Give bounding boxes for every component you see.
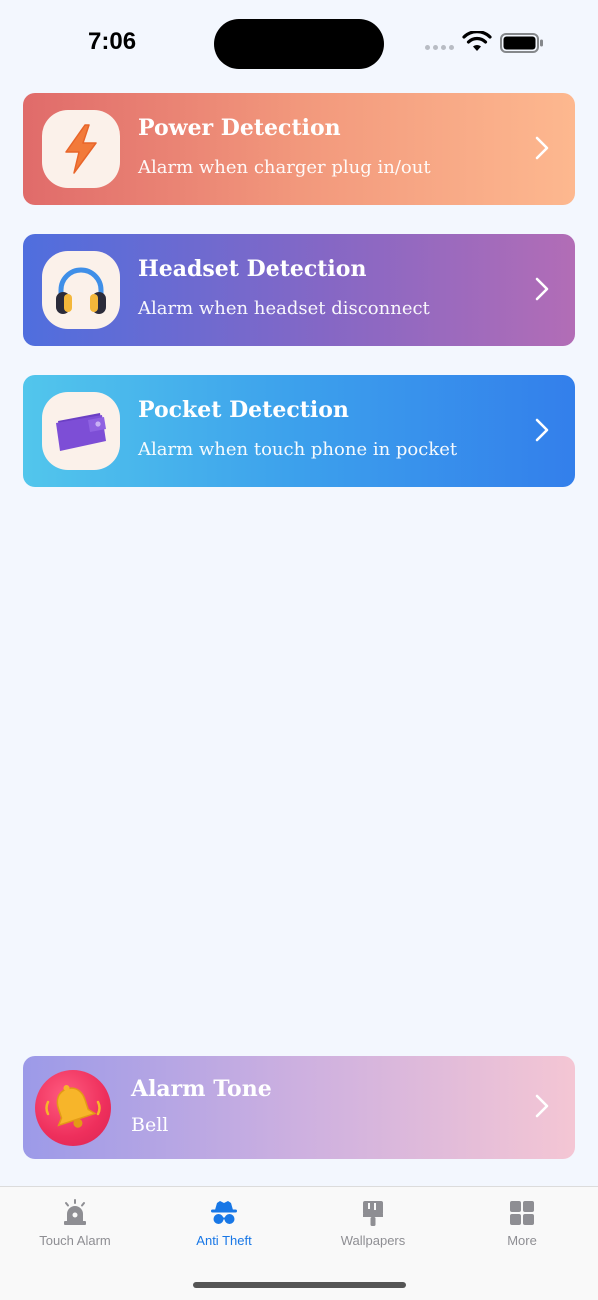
paint-brush-icon xyxy=(363,1201,383,1226)
headset-detection-card[interactable]: Headset Detection Alarm when headset dis… xyxy=(23,234,575,346)
lightning-icon xyxy=(42,110,120,188)
card-subtitle: Alarm when charger plug in/out xyxy=(138,157,431,178)
card-title: Headset Detection xyxy=(138,256,367,282)
tab-label: Touch Alarm xyxy=(39,1233,111,1248)
siren-icon xyxy=(64,1199,86,1225)
wifi-icon xyxy=(462,31,492,51)
tab-label: Wallpapers xyxy=(340,1233,406,1248)
card-title: Pocket Detection xyxy=(138,397,349,423)
card-subtitle: Alarm when touch phone in pocket xyxy=(138,439,458,460)
tab-label: More xyxy=(507,1233,537,1248)
wallet-icon xyxy=(42,392,120,470)
card-subtitle: Alarm when headset disconnect xyxy=(138,298,430,319)
spy-icon xyxy=(211,1201,237,1224)
tab-anti-theft[interactable]: Anti Theft xyxy=(149,1199,299,1248)
tab-label: Anti Theft xyxy=(196,1233,252,1248)
alarm-tone-card[interactable]: Alarm Tone Bell xyxy=(23,1056,575,1159)
card-title: Power Detection xyxy=(138,115,341,141)
bell-icon xyxy=(35,1070,111,1146)
chevron-right-icon xyxy=(535,277,549,301)
grid-icon xyxy=(510,1201,534,1225)
screen: 7:06 Power Detection Alarm when charger … xyxy=(0,0,598,1300)
dynamic-island xyxy=(214,19,384,69)
chevron-right-icon xyxy=(535,418,549,442)
tab-wallpapers[interactable]: Wallpapers xyxy=(298,1199,448,1248)
tab-touch-alarm[interactable]: Touch Alarm xyxy=(0,1199,150,1248)
headphones-icon xyxy=(42,251,120,329)
chevron-right-icon xyxy=(535,1094,549,1118)
battery-icon xyxy=(500,33,543,53)
cellular-signal-icon xyxy=(425,45,454,50)
pocket-detection-card[interactable]: Pocket Detection Alarm when touch phone … xyxy=(23,375,575,487)
status-bar: 7:06 xyxy=(0,0,598,88)
power-detection-card[interactable]: Power Detection Alarm when charger plug … xyxy=(23,93,575,205)
status-time: 7:06 xyxy=(88,28,137,55)
alarm-tone-title: Alarm Tone xyxy=(131,1076,272,1102)
tab-more[interactable]: More xyxy=(447,1199,597,1248)
alarm-tone-value: Bell xyxy=(131,1114,169,1136)
chevron-right-icon xyxy=(535,136,549,160)
home-indicator[interactable] xyxy=(193,1282,406,1288)
